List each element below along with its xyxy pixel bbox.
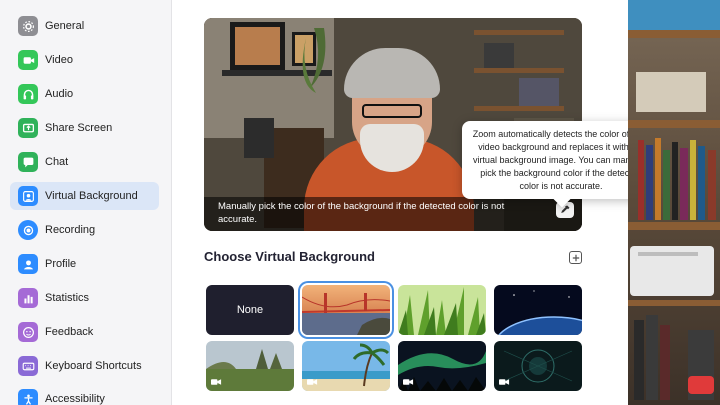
sidebar-item-label: Share Screen	[45, 122, 113, 134]
gear-icon	[18, 16, 38, 36]
youtube-logo-icon	[688, 376, 714, 394]
video-icon	[18, 50, 38, 70]
sidebar-item-accessibility[interactable]: Accessibility	[10, 385, 159, 405]
sidebar-item-recording[interactable]: Recording	[10, 216, 159, 244]
keyboard-icon	[18, 356, 38, 376]
share-screen-icon	[18, 118, 38, 138]
golden-gate-image	[302, 285, 390, 335]
sidebar-item-label: Virtual Background	[45, 190, 138, 202]
sidebar-item-keyboard-shortcuts[interactable]: Keyboard Shortcuts	[10, 352, 159, 380]
settings-sidebar: General Video Audio Share Screen Chat Vi…	[0, 0, 172, 405]
background-golden-gate[interactable]	[302, 285, 390, 335]
tooltip-text: Zoom automatically detects the color of …	[472, 129, 650, 191]
video-icon	[211, 379, 222, 385]
background-beach[interactable]	[302, 341, 390, 391]
person-icon	[18, 186, 38, 206]
video-icon	[307, 379, 318, 385]
sidebar-item-statistics[interactable]: Statistics	[10, 284, 159, 312]
background-room-strip	[628, 0, 720, 405]
sidebar-item-video[interactable]: Video	[10, 46, 159, 74]
earth-image	[494, 285, 582, 335]
sidebar-item-share-screen[interactable]: Share Screen	[10, 114, 159, 142]
bar-chart-icon	[18, 288, 38, 308]
background-grass[interactable]	[398, 285, 486, 335]
virtual-background-panel: Manually pick the color of the backgroun…	[172, 0, 660, 405]
video-icon	[403, 379, 414, 385]
sidebar-item-label: Chat	[45, 156, 69, 168]
sidebar-item-label: Keyboard Shortcuts	[45, 360, 142, 372]
accessibility-icon	[18, 389, 38, 405]
sidebar-item-general[interactable]: General	[10, 12, 159, 40]
video-icon	[499, 379, 510, 385]
grass-image	[398, 285, 486, 335]
record-icon	[18, 220, 38, 240]
background-none-label: None	[236, 304, 264, 316]
add-background-button[interactable]	[569, 251, 582, 264]
sidebar-item-label: Feedback	[45, 326, 94, 338]
sidebar-item-feedback[interactable]: Feedback	[10, 318, 159, 346]
sidebar-item-label: General	[45, 20, 85, 32]
sidebar-item-profile[interactable]: Profile	[10, 250, 159, 278]
sidebar-item-label: Audio	[45, 88, 74, 100]
sidebar-item-label: Recording	[45, 224, 96, 236]
sidebar-item-virtual-background[interactable]: Virtual Background	[10, 182, 159, 210]
profile-icon	[18, 254, 38, 274]
sidebar-item-label: Statistics	[45, 292, 90, 304]
sidebar-item-audio[interactable]: Audio	[10, 80, 159, 108]
sidebar-item-label: Accessibility	[45, 393, 105, 405]
background-aurora[interactable]	[398, 341, 486, 391]
sidebar-item-chat[interactable]: Chat	[10, 148, 159, 176]
headphones-icon	[18, 84, 38, 104]
background-earth[interactable]	[494, 285, 582, 335]
smiley-icon	[18, 322, 38, 342]
section-title: Choose Virtual Background	[204, 249, 375, 264]
chat-icon	[18, 152, 38, 172]
background-meadow[interactable]	[206, 341, 294, 391]
background-earth-orbit[interactable]	[494, 341, 582, 391]
bookshelf-scene	[628, 0, 720, 400]
plus-icon	[572, 254, 579, 261]
background-none[interactable]: None	[206, 285, 294, 335]
sidebar-item-label: Profile	[45, 258, 77, 270]
caption-text: Manually pick the color of the backgroun…	[218, 201, 505, 225]
person-glasses	[362, 104, 422, 118]
sidebar-item-label: Video	[45, 54, 73, 66]
